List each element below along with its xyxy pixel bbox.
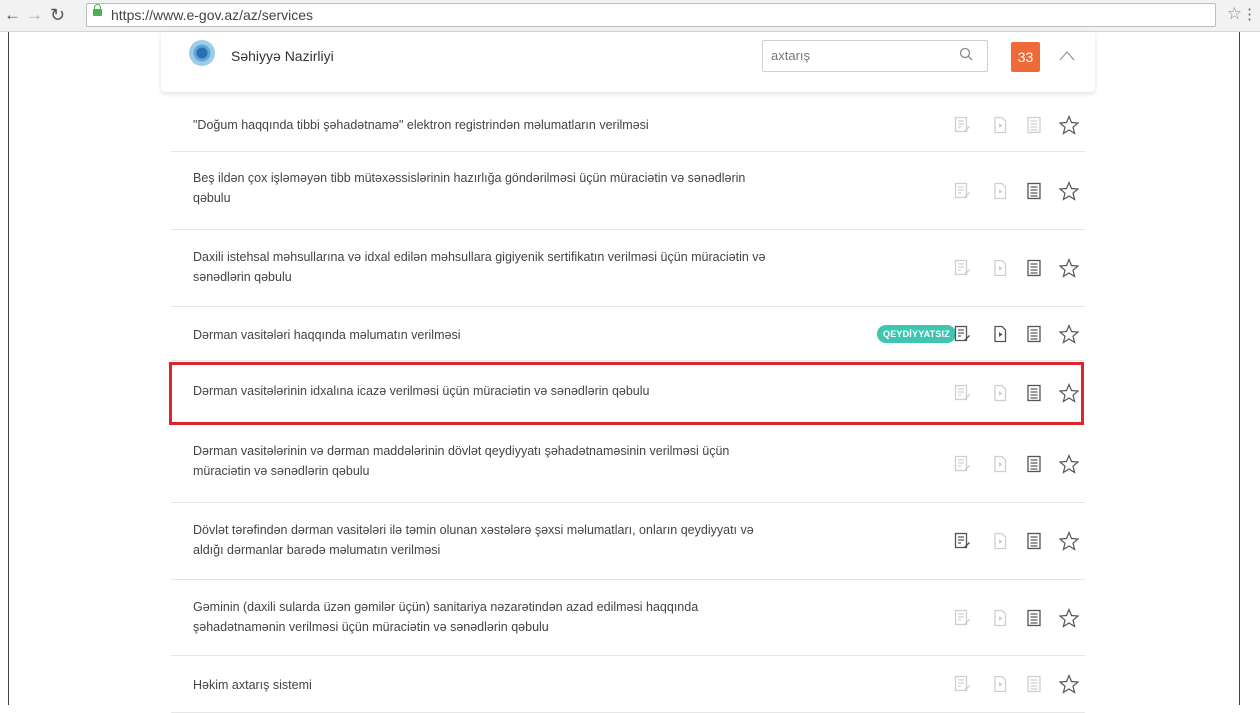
video-guide-icon: [992, 532, 1008, 550]
electronic-form-icon: [954, 609, 970, 627]
electronic-form-icon: [954, 116, 970, 134]
service-title[interactable]: Dövlət tərəfindən dərman vasitələri ilə …: [193, 520, 773, 560]
service-row[interactable]: Dərman vasitələri haqqında məlumatın ver…: [171, 307, 1085, 361]
video-guide-icon[interactable]: [992, 325, 1008, 343]
chevron-up-icon[interactable]: [1059, 49, 1075, 61]
favorite-star-icon[interactable]: [1058, 114, 1080, 135]
url-text: https://www.e-gov.az/az/services: [111, 7, 314, 23]
electronic-form-icon: [954, 259, 970, 277]
video-guide-icon: [992, 116, 1008, 134]
service-count-badge: 33: [1011, 42, 1040, 72]
favorite-star-icon[interactable]: [1058, 257, 1080, 278]
lock-icon: [93, 4, 102, 16]
service-row[interactable]: Dərman vasitələrinin idxalına icazə veri…: [171, 361, 1085, 425]
service-title[interactable]: Daxili istehsal məhsullarına və idxal ed…: [193, 247, 773, 287]
service-actions: [945, 656, 1085, 712]
electronic-form-icon[interactable]: [954, 532, 970, 550]
ministry-title: Səhiyyə Nazirliyi: [231, 48, 334, 64]
electronic-form-icon: [954, 384, 970, 402]
document-list-icon[interactable]: [1026, 325, 1042, 343]
favorite-star-icon[interactable]: [1058, 180, 1080, 201]
service-title[interactable]: Beş ildən çox işləməyən tibb mütəxəssisl…: [193, 168, 773, 208]
service-actions: [945, 361, 1085, 424]
service-row[interactable]: Gəminin (daxili sularda üzən gəmilər üçü…: [171, 580, 1085, 656]
back-arrow-icon[interactable]: ←: [4, 5, 21, 25]
service-row[interactable]: Dövlət tərəfindən dərman vasitələri ilə …: [171, 503, 1085, 580]
search-input[interactable]: [769, 47, 953, 64]
favorite-star-icon[interactable]: [1058, 453, 1080, 474]
service-actions: [945, 307, 1085, 360]
service-row[interactable]: Daxili istehsal məhsullarına və idxal ed…: [171, 230, 1085, 307]
frame-border-right: [1239, 32, 1240, 705]
service-actions: [945, 152, 1085, 229]
service-title[interactable]: Gəminin (daxili sularda üzən gəmilər üçü…: [193, 597, 773, 637]
search-box: [762, 40, 988, 72]
service-list: "Doğum haqqında tibbi şəhadətnamə" elekt…: [171, 98, 1085, 713]
browser-toolbar: ← → ↻ https://www.e-gov.az/az/services ☆…: [0, 0, 1260, 32]
electronic-form-icon: [954, 675, 970, 693]
document-list-icon[interactable]: [1026, 609, 1042, 627]
favorite-star-icon[interactable]: [1058, 382, 1080, 403]
document-list-icon[interactable]: [1026, 455, 1042, 473]
video-guide-icon: [992, 609, 1008, 627]
browser-menu-icon[interactable]: ⋮: [1242, 5, 1257, 23]
service-title[interactable]: Həkim axtarış sistemi: [193, 675, 773, 695]
service-title[interactable]: Dərman vasitələrinin idxalına icazə veri…: [193, 381, 773, 401]
favorite-star-icon[interactable]: [1058, 607, 1080, 628]
favorite-star-icon[interactable]: [1058, 323, 1080, 344]
service-row[interactable]: Beş ildən çox işləməyən tibb mütəxəssisl…: [171, 152, 1085, 230]
service-title[interactable]: "Doğum haqqında tibbi şəhadətnamə" elekt…: [193, 115, 773, 135]
service-title[interactable]: Dərman vasitələrinin və dərman maddələri…: [193, 441, 773, 481]
ministry-logo-icon: [189, 40, 215, 66]
document-list-icon: [1026, 675, 1042, 693]
favorite-star-icon[interactable]: [1058, 673, 1080, 694]
reload-icon[interactable]: ↻: [50, 5, 65, 25]
document-list-icon[interactable]: [1026, 532, 1042, 550]
electronic-form-icon[interactable]: [954, 325, 970, 343]
service-row[interactable]: Dərman vasitələrinin və dərman maddələri…: [171, 425, 1085, 503]
favorite-star-icon[interactable]: [1058, 530, 1080, 551]
video-guide-icon: [992, 182, 1008, 200]
document-list-icon: [1026, 116, 1042, 134]
video-guide-icon: [992, 259, 1008, 277]
service-actions: [945, 580, 1085, 655]
service-actions: [945, 98, 1085, 151]
service-actions: [945, 425, 1085, 502]
ministry-header: Səhiyyə Nazirliyi 33: [161, 32, 1095, 92]
bookmark-star-icon[interactable]: ☆: [1227, 4, 1242, 24]
service-actions: [945, 230, 1085, 306]
video-guide-icon: [992, 384, 1008, 402]
frame-border-left: [8, 32, 9, 705]
document-list-icon[interactable]: [1026, 384, 1042, 402]
electronic-form-icon: [954, 182, 970, 200]
electronic-form-icon: [954, 455, 970, 473]
service-row[interactable]: Həkim axtarış sistemi: [171, 656, 1085, 713]
address-bar[interactable]: https://www.e-gov.az/az/services: [86, 3, 1216, 27]
document-list-icon[interactable]: [1026, 259, 1042, 277]
document-list-icon[interactable]: [1026, 182, 1042, 200]
video-guide-icon: [992, 675, 1008, 693]
forward-arrow-icon[interactable]: →: [26, 5, 43, 25]
service-actions: [945, 503, 1085, 579]
video-guide-icon: [992, 455, 1008, 473]
service-row[interactable]: "Doğum haqqında tibbi şəhadətnamə" elekt…: [171, 98, 1085, 152]
search-icon[interactable]: [959, 47, 973, 61]
service-title[interactable]: Dərman vasitələri haqqında məlumatın ver…: [193, 325, 773, 345]
